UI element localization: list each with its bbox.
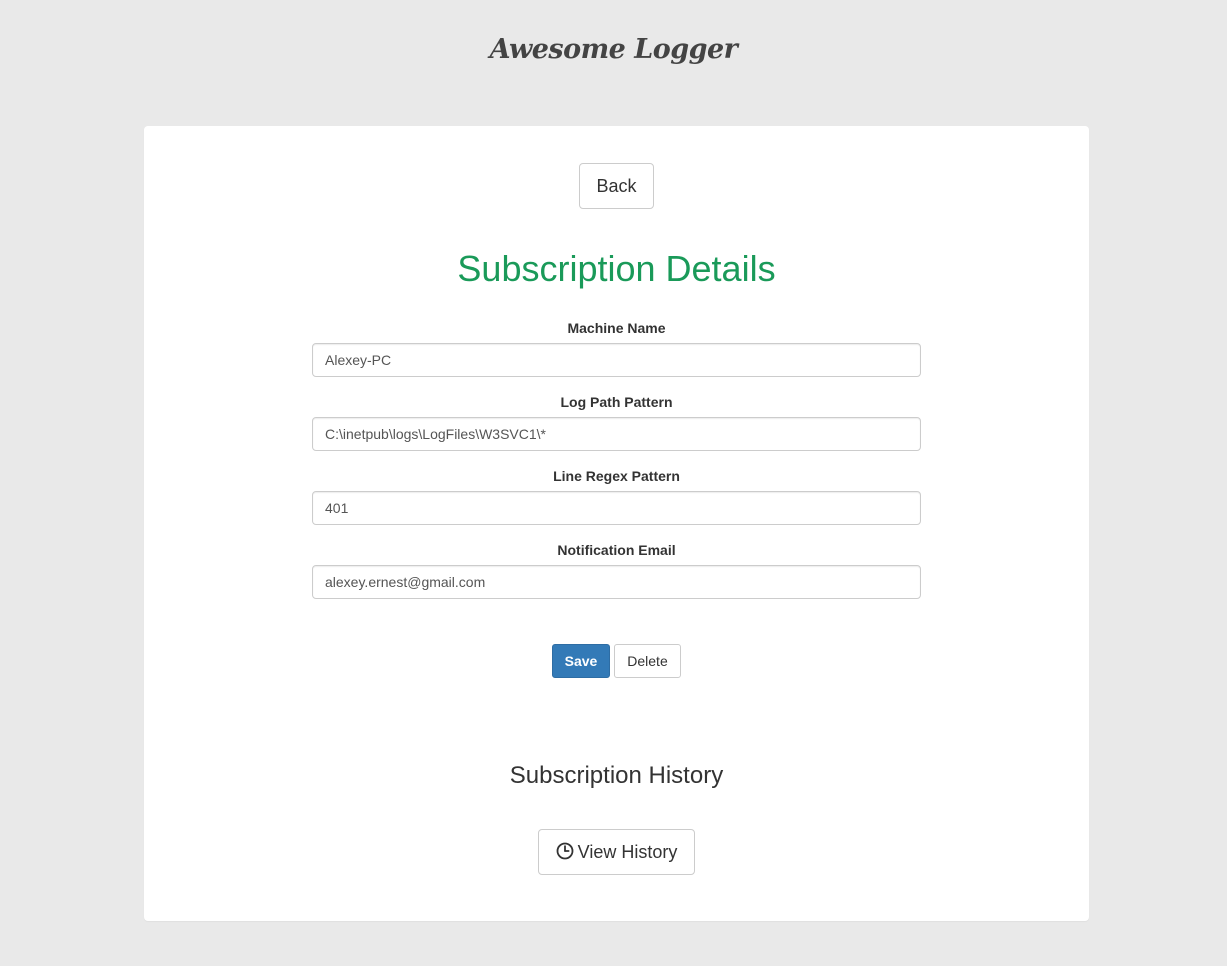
line-regex-pattern-label: Line Regex Pattern xyxy=(553,468,680,484)
app-logo-title: Awesome Logger xyxy=(489,34,738,65)
machine-name-label: Machine Name xyxy=(567,320,666,336)
back-button[interactable]: Back xyxy=(579,163,654,209)
view-history-button[interactable]: View History xyxy=(538,829,695,875)
log-path-pattern-input[interactable] xyxy=(312,417,921,451)
machine-name-input[interactable] xyxy=(312,343,921,377)
line-regex-pattern-input[interactable] xyxy=(312,491,921,525)
clock-icon xyxy=(556,832,574,876)
page-title: Subscription Details xyxy=(457,248,776,289)
notification-email-input[interactable] xyxy=(312,565,921,599)
notification-email-label: Notification Email xyxy=(557,542,676,558)
subscription-card: Back Subscription Details Machine Name L… xyxy=(144,126,1089,921)
save-button[interactable]: Save xyxy=(552,644,610,678)
subscription-history-title: Subscription History xyxy=(509,762,724,789)
log-path-pattern-label: Log Path Pattern xyxy=(560,394,673,410)
delete-button[interactable]: Delete xyxy=(614,644,681,678)
view-history-label: View History xyxy=(577,842,678,862)
